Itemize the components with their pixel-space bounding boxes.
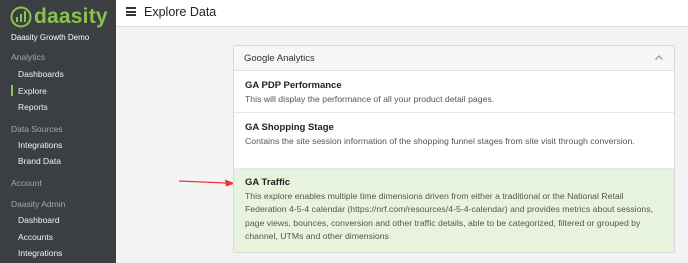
brand-logo[interactable]: daasity: [10, 4, 108, 30]
top-header: Explore Data: [116, 0, 688, 27]
sidebar-item-reports[interactable]: Reports: [18, 102, 48, 112]
arrow-right-icon: [178, 179, 235, 187]
explore-item-ga-pdp-performance[interactable]: GA PDP Performance This will display the…: [234, 71, 674, 113]
org-name: Daasity Growth Demo: [11, 33, 90, 42]
panel-header[interactable]: Google Analytics: [234, 46, 674, 71]
page-title: Explore Data: [144, 5, 217, 19]
brand-wordmark: daasity: [34, 5, 108, 28]
hamburger-icon[interactable]: [126, 7, 136, 16]
explore-item-title[interactable]: GA Traffic: [245, 177, 290, 188]
panel-title: Google Analytics: [244, 53, 315, 64]
section-account[interactable]: Account: [11, 178, 42, 188]
sidebar-item-brand-data[interactable]: Brand Data: [18, 156, 61, 166]
sidebar-item-dashboards[interactable]: Dashboards: [18, 69, 64, 79]
sidebar: daasity Daasity Growth Demo Analytics Da…: [0, 0, 116, 263]
sidebar-item-admin-integrations[interactable]: Integrations: [18, 248, 62, 258]
daasity-logo-icon: [10, 6, 32, 28]
explore-item-ga-shopping-stage[interactable]: GA Shopping Stage Contains the site sess…: [234, 113, 674, 169]
explore-item-description: Contains the site session information of…: [245, 136, 635, 146]
google-analytics-panel: Google Analytics GA PDP Performance This…: [233, 45, 675, 253]
sidebar-item-admin-dashboard[interactable]: Dashboard: [18, 215, 60, 225]
section-analytics: Analytics: [11, 52, 46, 62]
explore-item-title[interactable]: GA Shopping Stage: [245, 122, 334, 133]
section-daasity-admin: Daasity Admin: [11, 199, 66, 209]
active-indicator: [11, 85, 13, 96]
sidebar-item-accounts[interactable]: Accounts: [18, 232, 53, 242]
section-data-sources: Data Sources: [11, 124, 63, 134]
explore-item-ga-traffic[interactable]: GA Traffic This explore enables multiple…: [234, 169, 674, 252]
chevron-up-icon[interactable]: [654, 53, 664, 63]
explore-item-title[interactable]: GA PDP Performance: [245, 80, 342, 91]
sidebar-item-integrations[interactable]: Integrations: [18, 140, 62, 150]
explore-item-description: This will display the performance of all…: [245, 94, 495, 104]
sidebar-item-explore[interactable]: Explore: [18, 86, 47, 96]
explore-item-description: This explore enables multiple time dimen…: [245, 191, 654, 242]
